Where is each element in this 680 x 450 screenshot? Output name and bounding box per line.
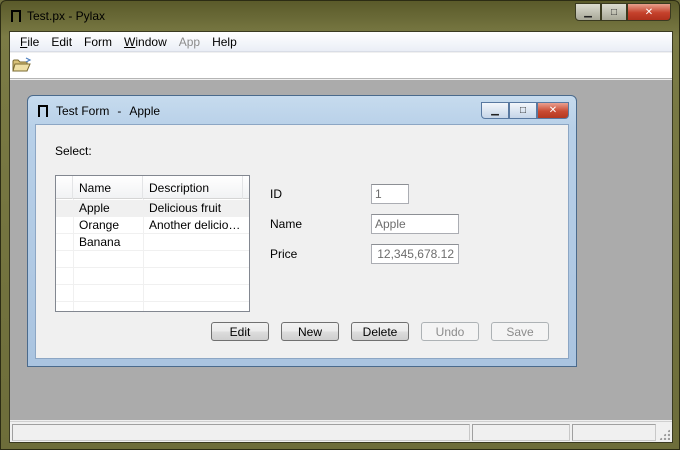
edit-button[interactable]: Edit (211, 322, 269, 341)
delete-button[interactable]: Delete (351, 322, 409, 341)
undo-button: Undo (421, 322, 479, 341)
minimize-icon: ▁ (491, 105, 499, 116)
maximize-button[interactable]: □ (601, 3, 627, 21)
child-title-separator: - (117, 104, 122, 118)
open-button[interactable] (12, 57, 32, 73)
child-caption-buttons: ▁ □ ✕ (481, 102, 569, 119)
menu-bar: File Edit Form Window App Help (10, 32, 672, 52)
form-icon (38, 105, 48, 117)
child-title-area: Test Form - Apple (38, 102, 160, 120)
close-icon: ✕ (644, 6, 654, 18)
child-title-record: Apple (129, 104, 161, 118)
list-item-name: Banana (79, 235, 121, 249)
client-area: File Edit Form Window App Help Test Form (9, 31, 673, 443)
id-label: ID (270, 187, 282, 201)
main-window: Test.px - Pylax ▁ □ ✕ File Edit Form Win… (0, 0, 680, 450)
list-item-name: Orange (79, 218, 120, 232)
list-item-name: Apple (79, 201, 110, 215)
menu-window[interactable]: Window (118, 35, 173, 49)
window-caption-buttons: ▁ □ ✕ (575, 3, 671, 21)
save-button: Save (491, 322, 549, 341)
status-panel-main (12, 424, 470, 441)
child-maximize-button[interactable]: □ (509, 102, 537, 119)
list-empty-row (56, 251, 249, 268)
minimize-icon: ▁ (584, 6, 592, 18)
list-header-spacer (56, 176, 73, 199)
maximize-icon: □ (519, 105, 527, 116)
list-item-description (143, 234, 243, 251)
list-item[interactable]: Banana (56, 234, 249, 251)
close-button[interactable]: ✕ (627, 3, 671, 21)
list-item[interactable]: Orange Another deliciou... (56, 217, 249, 234)
select-label: Select: (55, 144, 92, 158)
window-title-area: Test.px - Pylax (11, 7, 105, 25)
price-field[interactable]: 12,345,678.12 (371, 244, 459, 264)
column-header-name[interactable]: Name (73, 176, 143, 199)
name-field[interactable]: Apple (371, 214, 459, 234)
new-button[interactable]: New (281, 322, 339, 341)
test-form-window: Test Form - Apple ▁ □ ✕ Select: Name Des… (27, 95, 577, 367)
column-header-description[interactable]: Description (143, 176, 243, 199)
menu-form[interactable]: Form (78, 35, 118, 49)
menu-edit[interactable]: Edit (45, 35, 78, 49)
list-item-description: Another deliciou... (149, 218, 243, 232)
app-icon (11, 10, 21, 22)
list-item[interactable]: Apple Delicious fruit (56, 200, 249, 217)
child-title-prefix: Test Form (56, 104, 110, 118)
menu-file[interactable]: File (14, 35, 45, 49)
status-panel-tertiary (572, 424, 656, 441)
child-close-button[interactable]: ✕ (537, 102, 569, 119)
folder-open-icon (12, 57, 32, 72)
window-title: Test.px - Pylax (27, 9, 106, 23)
mdi-workspace: Test Form - Apple ▁ □ ✕ Select: Name Des… (10, 80, 672, 420)
toolbar (10, 53, 672, 79)
resize-grip-icon[interactable] (659, 429, 670, 440)
id-field[interactable]: 1 (371, 184, 409, 204)
list-empty-row (56, 268, 249, 285)
list-item-description: Delicious fruit (149, 201, 222, 215)
child-minimize-button[interactable]: ▁ (481, 102, 509, 119)
close-icon: ✕ (548, 105, 558, 116)
minimize-button[interactable]: ▁ (575, 3, 601, 21)
price-label: Price (270, 247, 298, 261)
menu-app: App (178, 34, 201, 49)
maximize-icon: □ (610, 6, 618, 18)
list-header: Name Description (56, 176, 249, 199)
form-body: Select: Name Description Apple Delicious… (35, 124, 569, 359)
status-bar (10, 421, 672, 442)
name-label: Name (270, 217, 303, 231)
menu-help[interactable]: Help (206, 35, 243, 49)
record-list[interactable]: Name Description Apple Delicious fruit O… (55, 175, 250, 312)
list-empty-row (56, 285, 249, 302)
status-panel-secondary (472, 424, 570, 441)
